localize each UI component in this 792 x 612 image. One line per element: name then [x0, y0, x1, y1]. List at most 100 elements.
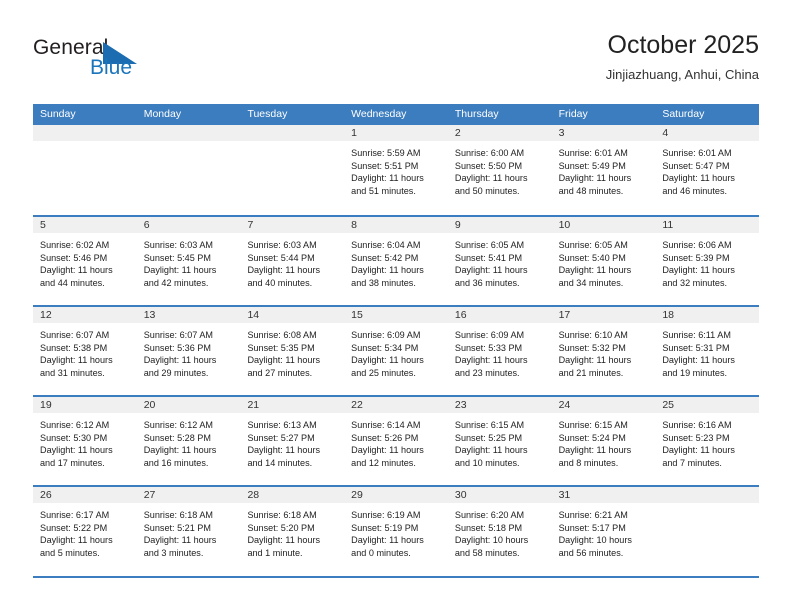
day-cell[interactable]: 28 Sunrise: 6:18 AM Sunset: 5:20 PM Dayl… — [240, 487, 345, 575]
daylight-line-1: Daylight: 11 hours — [40, 535, 113, 546]
daylight-line-2: and 0 minutes. — [351, 547, 411, 558]
daylight-line-1: Daylight: 11 hours — [247, 355, 321, 366]
day-cell[interactable]: 21 Sunrise: 6:13 AM Sunset: 5:27 PM Dayl… — [240, 397, 345, 485]
day-cell[interactable]: 6 Sunrise: 6:03 AM Sunset: 5:45 PM Dayli… — [136, 217, 241, 305]
sunrise-line: Sunrise: 6:21 AM — [558, 510, 628, 520]
day-cell[interactable]: 23 Sunrise: 6:15 AM Sunset: 5:25 PM Dayl… — [447, 397, 552, 485]
day-cell[interactable]: 31 Sunrise: 6:21 AM Sunset: 5:17 PM Dayl… — [551, 487, 656, 575]
sunrise-line: Sunrise: 6:03 AM — [247, 240, 317, 250]
day-cell[interactable]: 5 Sunrise: 6:02 AM Sunset: 5:46 PM Dayli… — [33, 217, 137, 305]
daylight-line-2: and 44 minutes. — [40, 277, 105, 288]
day-cell[interactable]: 9 Sunrise: 6:05 AM Sunset: 5:41 PM Dayli… — [447, 217, 552, 305]
day-info: Sunrise: 6:18 AM Sunset: 5:20 PM Dayligh… — [240, 504, 344, 559]
daylight-line-2: and 19 minutes. — [662, 367, 728, 378]
day-cell[interactable]: 17 Sunrise: 6:10 AM Sunset: 5:32 PM Dayl… — [551, 307, 656, 395]
day-cell[interactable]: 1 Sunrise: 5:59 AM Sunset: 5:51 PM Dayli… — [344, 125, 448, 215]
day-number-band: 29 — [344, 487, 448, 504]
day-cell[interactable]: 11 Sunrise: 6:06 AM Sunset: 5:39 PM Dayl… — [655, 217, 760, 305]
day-cell[interactable]: 2 Sunrise: 6:00 AM Sunset: 5:50 PM Dayli… — [447, 125, 552, 215]
daylight-line-2: and 32 minutes. — [662, 277, 728, 288]
day-cell[interactable]: 27 Sunrise: 6:18 AM Sunset: 5:21 PM Dayl… — [136, 487, 241, 575]
day-cell[interactable]: 25 Sunrise: 6:16 AM Sunset: 5:23 PM Dayl… — [655, 397, 760, 485]
day-cell[interactable]: 3 Sunrise: 6:01 AM Sunset: 5:49 PM Dayli… — [551, 125, 656, 215]
daylight-line-1: Daylight: 11 hours — [454, 445, 528, 456]
day-cell[interactable]: 22 Sunrise: 6:14 AM Sunset: 5:26 PM Dayl… — [344, 397, 448, 485]
day-number-band: 3 — [551, 125, 656, 142]
day-cell[interactable]: 20 Sunrise: 6:12 AM Sunset: 5:28 PM Dayl… — [136, 397, 241, 485]
day-number: 26 — [40, 489, 52, 501]
sunset-line: Sunset: 5:26 PM — [351, 432, 419, 443]
day-info: Sunrise: 6:12 AM Sunset: 5:28 PM Dayligh… — [137, 414, 241, 469]
daylight-line-2: and 5 minutes. — [40, 547, 100, 558]
day-number-band: 15 — [344, 307, 448, 324]
day-cell[interactable]: 24 Sunrise: 6:15 AM Sunset: 5:24 PM Dayl… — [551, 397, 656, 485]
day-number: 19 — [40, 399, 52, 411]
day-cell[interactable]: 18 Sunrise: 6:11 AM Sunset: 5:31 PM Dayl… — [655, 307, 760, 395]
day-cell[interactable]: 10 Sunrise: 6:05 AM Sunset: 5:40 PM Dayl… — [551, 217, 656, 305]
day-number-band: 24 — [551, 397, 656, 414]
daylight-line-1: Daylight: 10 hours — [558, 535, 632, 546]
sunrise-line: Sunrise: 6:05 AM — [454, 240, 525, 250]
sunset-line: Sunset: 5:34 PM — [351, 342, 419, 353]
day-info: Sunrise: 6:15 AM Sunset: 5:24 PM Dayligh… — [552, 414, 656, 469]
day-info — [655, 504, 759, 509]
week-row: 5 Sunrise: 6:02 AM Sunset: 5:46 PM Dayli… — [33, 215, 760, 305]
day-info — [240, 142, 344, 147]
daylight-line-1: Daylight: 11 hours — [454, 173, 528, 184]
day-cell[interactable] — [136, 125, 241, 215]
day-cell[interactable]: 29 Sunrise: 6:19 AM Sunset: 5:19 PM Dayl… — [344, 487, 448, 575]
weekday-header-row: Sunday Monday Tuesday Wednesday Thursday… — [33, 104, 759, 125]
day-cell[interactable]: 12 Sunrise: 6:07 AM Sunset: 5:38 PM Dayl… — [33, 307, 137, 395]
daylight-line-1: Daylight: 11 hours — [558, 445, 632, 456]
daylight-line-2: and 36 minutes. — [454, 277, 520, 288]
daylight-line-1: Daylight: 11 hours — [558, 355, 632, 366]
daylight-line-2: and 8 minutes. — [558, 457, 619, 468]
day-info — [137, 142, 241, 147]
day-number: 16 — [454, 309, 467, 321]
daylight-line-2: and 17 minutes. — [40, 457, 105, 468]
day-cell[interactable]: 8 Sunrise: 6:04 AM Sunset: 5:42 PM Dayli… — [344, 217, 448, 305]
sunrise-line: Sunrise: 6:13 AM — [247, 420, 317, 430]
sunset-line: Sunset: 5:50 PM — [454, 160, 523, 171]
daylight-line-2: and 56 minutes. — [558, 547, 624, 558]
day-cell[interactable]: 19 Sunrise: 6:12 AM Sunset: 5:30 PM Dayl… — [33, 397, 137, 485]
day-cell[interactable]: 30 Sunrise: 6:20 AM Sunset: 5:18 PM Dayl… — [447, 487, 552, 575]
day-cell[interactable]: 16 Sunrise: 6:09 AM Sunset: 5:33 PM Dayl… — [447, 307, 552, 395]
sunrise-line: Sunrise: 6:01 AM — [558, 148, 628, 158]
daylight-line-1: Daylight: 11 hours — [247, 265, 321, 276]
day-number: 4 — [662, 127, 669, 139]
day-cell[interactable]: 4 Sunrise: 6:01 AM Sunset: 5:47 PM Dayli… — [655, 125, 760, 215]
day-number: 31 — [558, 489, 571, 501]
day-cell[interactable] — [655, 487, 760, 575]
sunrise-line: Sunrise: 6:05 AM — [558, 240, 628, 250]
sunset-line: Sunset: 5:45 PM — [143, 252, 211, 263]
day-number-band: 6 — [136, 217, 241, 234]
sunset-line: Sunset: 5:35 PM — [247, 342, 315, 353]
day-info: Sunrise: 6:07 AM Sunset: 5:36 PM Dayligh… — [137, 324, 241, 379]
day-number-band: 12 — [33, 307, 137, 324]
day-cell[interactable]: 13 Sunrise: 6:07 AM Sunset: 5:36 PM Dayl… — [136, 307, 241, 395]
day-info: Sunrise: 6:11 AM Sunset: 5:31 PM Dayligh… — [655, 324, 759, 379]
day-cell[interactable]: 26 Sunrise: 6:17 AM Sunset: 5:22 PM Dayl… — [33, 487, 137, 575]
day-number-band: 22 — [344, 397, 448, 414]
page-header: General Blue October 2025 Jinjiazhuang, … — [0, 0, 792, 104]
calendar-grid: Sunday Monday Tuesday Wednesday Thursday… — [33, 104, 760, 575]
day-cell[interactable] — [33, 125, 137, 215]
day-number: 23 — [454, 399, 467, 411]
daylight-line-1: Daylight: 11 hours — [454, 355, 528, 366]
day-cell[interactable]: 7 Sunrise: 6:03 AM Sunset: 5:44 PM Dayli… — [240, 217, 345, 305]
day-number: 7 — [247, 219, 254, 231]
day-info: Sunrise: 6:01 AM Sunset: 5:47 PM Dayligh… — [655, 142, 759, 197]
day-number-band: 18 — [655, 307, 760, 324]
day-number-band: 5 — [33, 217, 137, 234]
day-number: 13 — [143, 309, 156, 321]
daylight-line-1: Daylight: 11 hours — [351, 265, 424, 276]
day-cell[interactable] — [240, 125, 345, 215]
day-number-band — [655, 487, 760, 504]
day-info: Sunrise: 6:15 AM Sunset: 5:25 PM Dayligh… — [448, 414, 552, 469]
day-info: Sunrise: 6:04 AM Sunset: 5:42 PM Dayligh… — [344, 234, 448, 289]
day-cell[interactable]: 14 Sunrise: 6:08 AM Sunset: 5:35 PM Dayl… — [240, 307, 345, 395]
day-cell[interactable]: 15 Sunrise: 6:09 AM Sunset: 5:34 PM Dayl… — [344, 307, 448, 395]
day-info: Sunrise: 6:20 AM Sunset: 5:18 PM Dayligh… — [448, 504, 552, 559]
daylight-line-2: and 23 minutes. — [454, 367, 520, 378]
